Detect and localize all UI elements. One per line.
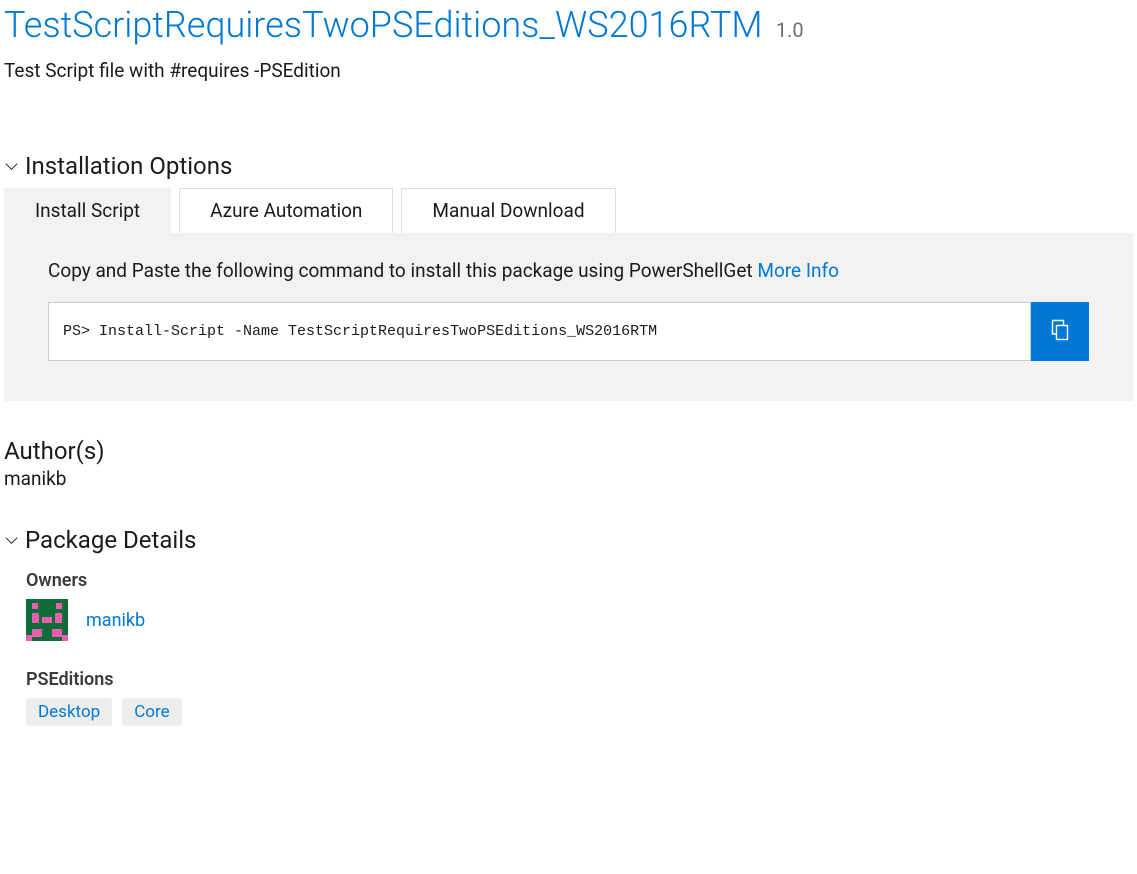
install-tab-panel: Copy and Paste the following command to … [4,233,1133,401]
package-title-link[interactable]: TestScriptRequiresTwoPSEditions_WS2016RT… [4,4,763,46]
tab-azure-automation[interactable]: Azure Automation [179,188,393,233]
pseditions-tags: Desktop Core [26,698,1133,726]
owners-heading: Owners [26,570,1133,591]
tab-install-script[interactable]: Install Script [4,188,171,233]
copy-icon [1050,319,1070,344]
authors-value: manikb [4,467,1133,490]
installation-options-label: Installation Options [25,152,232,180]
installation-options-header[interactable]: Installation Options [4,152,1133,180]
owner-row: manikb [26,599,1133,641]
package-details-label: Package Details [25,526,196,554]
package-details-section: Package Details Owners manikb [4,526,1133,726]
install-command-row: PS> Install-Script -Name TestScriptRequi… [48,302,1089,361]
chevron-down-icon [4,159,19,174]
package-description: Test Script file with #requires -PSEditi… [4,59,1133,82]
avatar[interactable] [26,599,68,641]
authors-heading: Author(s) [4,437,1133,465]
install-instructions-text: Copy and Paste the following command to … [48,259,757,282]
owner-link[interactable]: manikb [86,610,145,631]
install-tabs: Install Script Azure Automation Manual D… [4,188,1133,233]
authors-section: Author(s) manikb [4,437,1133,490]
more-info-link[interactable]: More Info [757,259,839,282]
package-title-row: TestScriptRequiresTwoPSEditions_WS2016RT… [4,4,1133,47]
package-version: 1.0 [776,18,804,42]
tab-manual-download[interactable]: Manual Download [401,188,615,233]
chevron-down-icon [4,533,19,548]
package-details-header[interactable]: Package Details [4,526,1133,554]
copy-button[interactable] [1031,302,1089,361]
psedition-tag-core[interactable]: Core [122,698,181,726]
install-command-box[interactable]: PS> Install-Script -Name TestScriptRequi… [48,302,1031,361]
install-instructions: Copy and Paste the following command to … [48,259,1089,282]
psedition-tag-desktop[interactable]: Desktop [26,698,112,726]
pseditions-heading: PSEditions [26,669,1133,690]
